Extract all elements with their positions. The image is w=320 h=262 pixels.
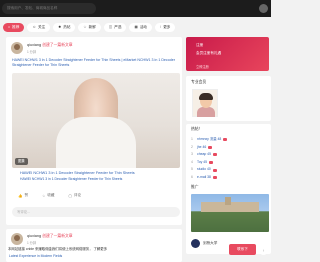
comment-input[interactable]: 写评论... (12, 207, 180, 217)
post-badge: 创建了一篇新文章 (42, 234, 73, 238)
post-description[interactable]: HAWEI NCHW1 3 in 1 Decoder Straightener … (12, 58, 180, 68)
star-icon: ☆ (83, 24, 87, 29)
search-input[interactable]: 搜索用户、发帖、商城商品名称 (2, 3, 96, 14)
hot-list: 1 nhmnxy 流量 48 2 jhe 46 3 cheap 45 4 Toy 45 … (191, 136, 269, 182)
tab-hot[interactable]: ✹ 热帖 (53, 22, 76, 32)
sidebar-promo-header: 推广 (191, 185, 199, 189)
post-card: qiuxiang 创建了一篇新文章 1 分钟 HAWEI NCHW1 3 in … (6, 37, 182, 225)
university-logo-icon (191, 238, 200, 248)
post-author[interactable]: qiuxiang 创建了一篇新文章 (27, 234, 73, 239)
sidebar-hot-box: 热帖！ 1 nhmnxy 流量 48 2 jhe 46 3 cheap 45 4 Toy… (186, 124, 271, 184)
post-image[interactable]: 图集 (12, 73, 180, 168)
hot-icon (212, 176, 217, 180)
promo-line1: 注册 (196, 43, 204, 47)
hot-icon (212, 168, 217, 172)
thumb-icon: 👍 (18, 193, 23, 198)
calendar-icon: ▦ (134, 24, 138, 29)
post-time: 1 分钟 (27, 241, 37, 245)
arrow-up-icon: ↑ (262, 248, 265, 253)
home-icon: ⌂ (8, 24, 11, 29)
post-bottom-text[interactable]: Latest Experience in Modern Fields (9, 254, 62, 258)
hot-item[interactable]: 2 jhe 46 (191, 144, 269, 152)
tab-more[interactable]: ⁝ 更多 (155, 22, 176, 32)
promo-line2: 会员注册有礼遇 (196, 51, 222, 55)
post-subtitle[interactable]: HAWEI NCHW1 3 in 1 Decoder Straightener … (20, 177, 122, 181)
blouse-figure (56, 117, 136, 168)
like-button[interactable]: 👍 赞 (18, 193, 28, 198)
avatar[interactable] (11, 233, 23, 245)
fire-icon: ✹ (58, 24, 62, 29)
tab-follow[interactable]: ☺ 关注 (27, 22, 51, 32)
sidebar-hot-header: 热帖！ (191, 127, 203, 131)
tab-new[interactable]: ☆ 新鲜 (78, 22, 101, 32)
hot-icon (209, 161, 213, 165)
post-text[interactable]: 本网站链接 cnble 来赚取佣金我们将使上系统网络服务， 了解更多 (8, 246, 176, 251)
post-title[interactable]: HAWEI NCHW1 3 in 1 Decoder Straightener … (20, 171, 135, 175)
back-to-top-button[interactable]: ↑ (259, 246, 268, 255)
hot-icon (223, 138, 228, 142)
university-name: 剑桥大学 (203, 240, 218, 245)
campus-image[interactable] (191, 194, 269, 232)
hot-item[interactable]: 1 nhmnxy 流量 48 (191, 136, 269, 144)
hot-icon (208, 145, 213, 149)
tower-shape (225, 197, 231, 205)
photo-tag: 图集 (15, 158, 28, 165)
avatar[interactable] (11, 42, 23, 54)
user-icon: ☺ (32, 24, 37, 29)
user-avatar[interactable] (259, 4, 268, 13)
top-bar: 搜索用户、发帖、商城商品名称 (0, 0, 271, 17)
tab-select[interactable]: ◫ 严选 (103, 22, 127, 32)
promo-banner[interactable]: 注册 会员注册有礼遇 立即注册 (186, 37, 269, 71)
member-body (197, 107, 215, 117)
hot-item[interactable]: 4 Toy 45 (191, 159, 269, 167)
bag-icon: ◫ (108, 24, 113, 29)
post-badge: 创建了一篇新文章 (42, 43, 73, 47)
category-tabs: ⌂ 推荐 ☺ 关注 ✹ 热帖 ☆ 新鲜 ◫ 严选 ▦ 活动 ⁝ 更多 (0, 20, 180, 34)
post-author[interactable]: qiuxiang 创建了一篇新文章 (27, 43, 73, 48)
sidebar-member-box: 专业会员 (186, 76, 271, 121)
grid-icon: ⁝ (160, 24, 162, 29)
post-time: 1 分钟 (27, 50, 37, 54)
member-hair (199, 93, 213, 100)
comment-icon: ▢ (68, 193, 72, 198)
sidebar-member-header: 专业会员 (191, 80, 207, 84)
tab-recommend[interactable]: ⌂ 推荐 (3, 22, 25, 32)
post-actions: 👍 赞 ☆ 收藏 ▢ 评论 (18, 193, 81, 198)
hot-item[interactable]: 5 studio 40 (191, 166, 269, 174)
hot-item[interactable]: 3 cheap 45 (191, 151, 269, 159)
tab-activity[interactable]: ▦ 活动 (129, 22, 153, 32)
promo-link[interactable]: 立即注册 (196, 64, 209, 69)
contact-button[interactable]: 联系下 (229, 244, 256, 255)
comment-button[interactable]: ▢ 评论 (69, 193, 82, 198)
hot-icon (212, 153, 217, 157)
star-outline-icon: ☆ (42, 193, 46, 198)
member-illustration[interactable] (192, 89, 218, 117)
collect-button[interactable]: ☆ 收藏 (42, 193, 54, 198)
sidebar-promo-box: 推广 剑桥大学 (186, 181, 271, 254)
